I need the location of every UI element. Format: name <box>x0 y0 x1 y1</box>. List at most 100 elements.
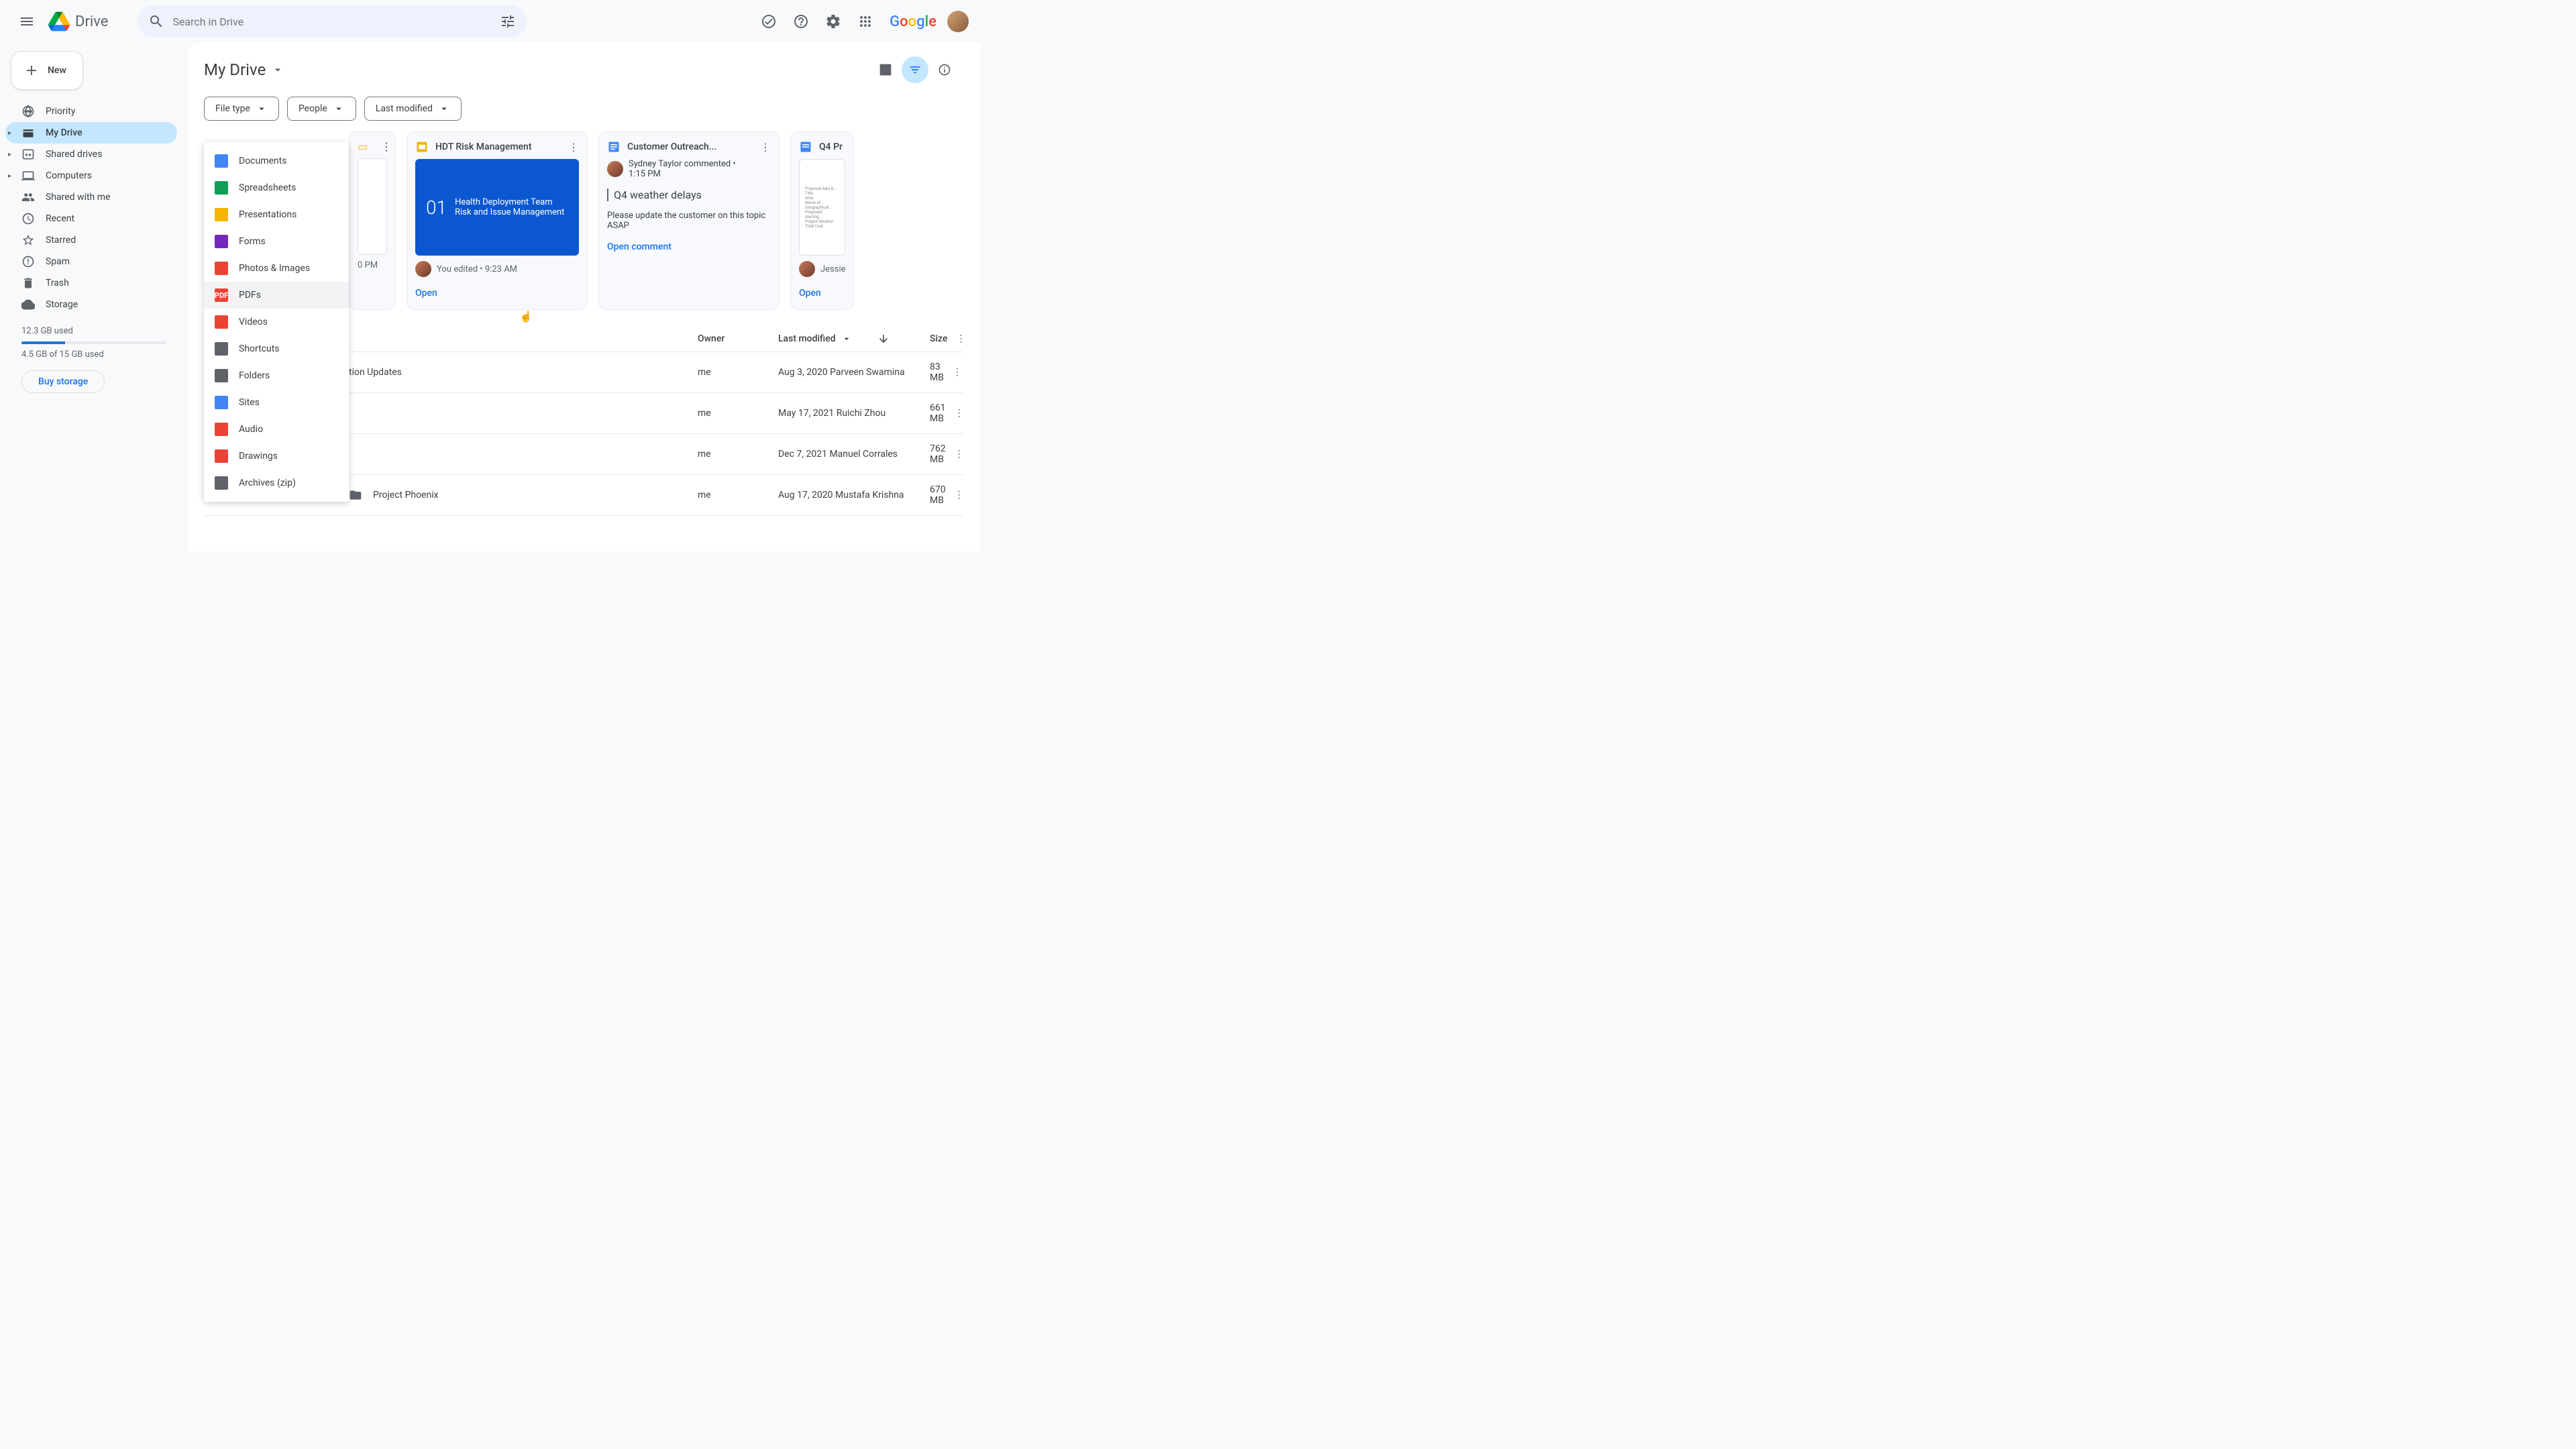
filter-icon <box>908 63 922 76</box>
filetype-option[interactable]: PDFPDFs <box>204 282 349 309</box>
slides-icon: ▭ <box>358 140 368 153</box>
filetype-option[interactable]: Folders <box>204 362 349 389</box>
suggested-card[interactable]: ▭...n...⋮ 0 PM <box>349 131 396 310</box>
pointer-cursor-icon: ☝ <box>519 310 533 323</box>
search-bar[interactable] <box>138 5 527 38</box>
file-owner: me <box>698 490 778 500</box>
nav-label: My Drive <box>46 127 83 138</box>
nav-label: Trash <box>46 278 69 288</box>
arrow-down-icon <box>877 333 890 345</box>
file-owner: me <box>698 367 778 378</box>
storage-used-text: 12.3 GB used <box>21 326 166 336</box>
nav-label: Starred <box>46 235 76 246</box>
sidebar-item-priority[interactable]: Priority <box>5 101 177 122</box>
more-icon[interactable]: ⋮ <box>947 333 974 344</box>
filter-last-modified[interactable]: Last modified <box>364 97 462 121</box>
search-options-icon[interactable] <box>500 13 516 30</box>
nav-label: Shared drives <box>46 149 102 160</box>
expand-icon[interactable]: ▸ <box>8 151 11 158</box>
open-button[interactable]: Open <box>415 285 579 301</box>
filetype-option[interactable]: Archives (zip) <box>204 470 349 496</box>
filetype-option[interactable]: Photos & Images <box>204 255 349 282</box>
file-type-icon <box>215 476 228 490</box>
file-owner: me <box>698 408 778 419</box>
comment-quote: Q4 weather delays <box>607 189 771 201</box>
col-size[interactable]: Size <box>930 333 947 344</box>
offline-ready-button[interactable] <box>755 8 782 35</box>
chevron-down-icon <box>438 103 450 115</box>
logo-area[interactable]: Drive <box>48 11 108 32</box>
hamburger-icon <box>19 13 35 30</box>
filetype-option[interactable]: Sites <box>204 389 349 416</box>
file-type-icon: PDF <box>215 288 228 302</box>
more-icon[interactable]: ⋮ <box>944 367 971 378</box>
more-icon[interactable]: ⋮ <box>381 140 392 153</box>
search-input[interactable] <box>172 15 492 28</box>
account-avatar[interactable] <box>947 11 969 32</box>
open-comment-button[interactable]: Open comment <box>607 239 771 255</box>
file-type-icon <box>215 369 228 382</box>
nav-label: Computers <box>46 170 92 181</box>
card-thumbnail: 01 Health Deployment TeamRisk and Issue … <box>415 159 579 256</box>
apps-grid-icon <box>857 13 873 30</box>
nav-label: Storage <box>46 299 78 310</box>
user-avatar-icon <box>799 261 815 277</box>
card-thumbnail <box>358 158 387 255</box>
open-button[interactable]: Open <box>799 285 845 301</box>
nav-label: Priority <box>46 106 75 117</box>
filetype-option[interactable]: Shortcuts <box>204 335 349 362</box>
info-button[interactable] <box>931 56 958 83</box>
buy-storage-button[interactable]: Buy storage <box>21 370 105 393</box>
col-modified[interactable]: Last modified <box>778 333 930 345</box>
filetype-option[interactable]: Presentations <box>204 201 349 228</box>
storage-icon <box>21 298 35 311</box>
option-label: Videos <box>239 317 268 327</box>
nav-label: Shared with me <box>46 192 110 203</box>
filetype-option[interactable]: Documents <box>204 148 349 174</box>
new-button[interactable]: New <box>11 51 83 90</box>
sidebar-item-shared-drives[interactable]: ▸ Shared drives <box>5 144 177 165</box>
filetype-option[interactable]: Audio <box>204 416 349 443</box>
help-icon <box>793 13 809 30</box>
sidebar-item-my-drive[interactable]: ▸ My Drive <box>5 122 177 144</box>
more-icon[interactable]: ⋮ <box>946 449 973 460</box>
file-type-icon <box>215 342 228 356</box>
suggested-card[interactable]: HDT Risk Management ⋮ 01 Health Deployme… <box>407 131 588 310</box>
sidebar-item-storage[interactable]: Storage <box>5 294 177 315</box>
more-icon[interactable]: ⋮ <box>946 490 973 500</box>
filter-people[interactable]: People <box>287 97 356 121</box>
sidebar-item-recent[interactable]: Recent <box>5 208 177 229</box>
sidebar-item-trash[interactable]: Trash <box>5 272 177 294</box>
my-drive-icon <box>21 126 35 140</box>
filetype-option[interactable]: Videos <box>204 309 349 335</box>
sidebar-item-computers[interactable]: ▸ Computers <box>5 165 177 186</box>
file-modified: Aug 3, 2020 Parveen Swamina <box>778 367 930 378</box>
storage-detail-text: 4.5 GB of 15 GB used <box>21 350 166 360</box>
file-modified: Dec 7, 2021 Manuel Corrales <box>778 449 930 460</box>
more-icon[interactable]: ⋮ <box>568 141 579 154</box>
filetype-option[interactable]: Drawings <box>204 443 349 470</box>
shared-drives-icon <box>21 148 35 161</box>
expand-icon[interactable]: ▸ <box>8 129 11 137</box>
apps-button[interactable] <box>852 8 879 35</box>
col-owner[interactable]: Owner <box>698 333 778 344</box>
expand-icon[interactable]: ▸ <box>8 172 11 180</box>
filter-file-type[interactable]: File type <box>204 97 279 121</box>
more-icon[interactable]: ⋮ <box>946 408 973 419</box>
suggested-card[interactable]: Q4 Pr Proposal data &...TitleAreaName of… <box>790 131 854 310</box>
more-icon[interactable]: ⋮ <box>760 141 771 154</box>
filetype-option[interactable]: Forms <box>204 228 349 255</box>
sidebar-item-spam[interactable]: Spam <box>5 251 177 272</box>
suggested-card[interactable]: Customer Outreach... ⋮ Sydney Taylor com… <box>598 131 780 310</box>
settings-button[interactable] <box>820 8 847 35</box>
sidebar-item-starred[interactable]: Starred <box>5 229 177 251</box>
folder-icon <box>349 488 362 502</box>
new-label: New <box>48 65 66 76</box>
support-button[interactable] <box>788 8 814 35</box>
breadcrumb[interactable]: My Drive <box>204 60 284 79</box>
grid-view-button[interactable] <box>872 56 899 83</box>
sidebar-item-shared-with-me[interactable]: Shared with me <box>5 186 177 208</box>
filter-view-button[interactable] <box>902 56 928 83</box>
main-menu-button[interactable] <box>11 5 43 38</box>
filetype-option[interactable]: Spreadsheets <box>204 174 349 201</box>
